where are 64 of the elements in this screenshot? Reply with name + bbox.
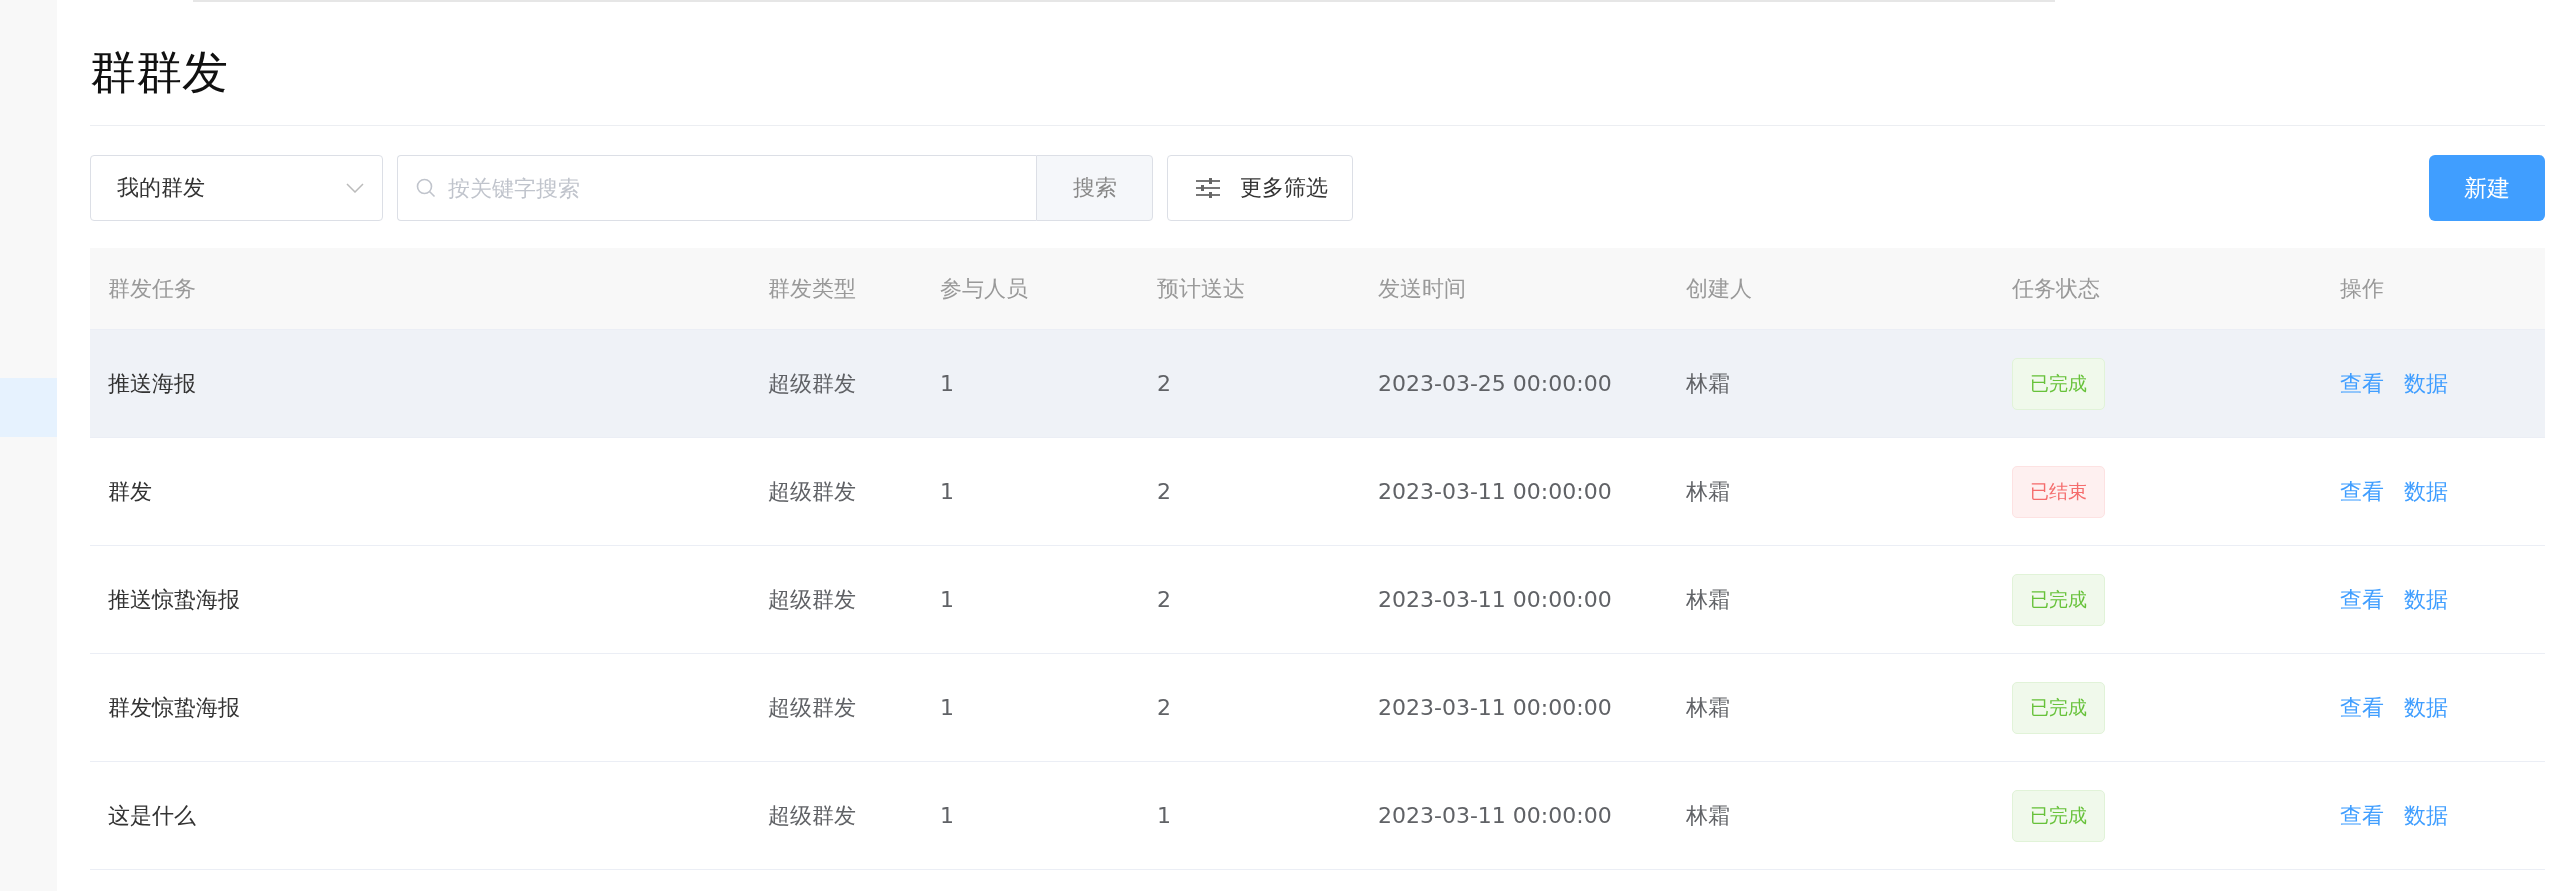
table-cell-text: 超级群发 bbox=[767, 585, 857, 614]
table-cell-text: 林霜 bbox=[1685, 801, 1731, 830]
page-title: 群群发 bbox=[90, 2, 2545, 126]
table-cell-text: 2023-03-25 00:00:00 bbox=[1377, 371, 1613, 396]
search-button[interactable]: 搜索 bbox=[1036, 155, 1153, 221]
search-field[interactable]: 按关键字搜索 bbox=[397, 155, 1036, 221]
table-cell-text: 1 bbox=[939, 371, 955, 396]
column-header: 创建人 bbox=[1685, 274, 1753, 303]
column-header: 参与人员 bbox=[939, 274, 1029, 303]
table-cell-text: 1 bbox=[939, 803, 955, 828]
table-cell-text: 2023-03-11 00:00:00 bbox=[1377, 803, 1613, 828]
status-tag: 已完成 bbox=[2012, 681, 2105, 734]
scope-select[interactable]: 我的群发 bbox=[90, 155, 383, 221]
status-tag: 已结束 bbox=[2012, 465, 2105, 518]
task-name: 群发 bbox=[107, 477, 153, 506]
action-link[interactable]: 数据 bbox=[2404, 800, 2448, 831]
column-header: 发送时间 bbox=[1377, 274, 1467, 303]
status-tag: 已完成 bbox=[2012, 789, 2105, 842]
action-link[interactable]: 查看 bbox=[2340, 800, 2384, 831]
table-cell-text: 1 bbox=[939, 695, 955, 720]
table-cell-text: 2023-03-11 00:00:00 bbox=[1377, 695, 1613, 720]
action-link[interactable]: 数据 bbox=[2404, 584, 2448, 615]
table-cell-text: 2 bbox=[1156, 587, 1172, 612]
action-link[interactable]: 查看 bbox=[2340, 368, 2384, 399]
table-row[interactable]: 推送海报 超级群发 1 2 2023-03-25 00:00:00 林霜 已完成 查看 数据 bbox=[90, 330, 2545, 438]
column-header: 预计送达 bbox=[1156, 274, 1246, 303]
action-link[interactable]: 查看 bbox=[2340, 584, 2384, 615]
table-cell-text: 林霜 bbox=[1685, 693, 1731, 722]
table-cell-text: 2 bbox=[1156, 479, 1172, 504]
task-name: 推送惊蛰海报 bbox=[107, 585, 241, 614]
table-cell-text: 超级群发 bbox=[767, 801, 857, 830]
new-button[interactable]: 新建 bbox=[2429, 155, 2545, 221]
task-name: 群发惊蛰海报 bbox=[107, 693, 241, 722]
sidebar-item[interactable] bbox=[0, 378, 57, 437]
column-header: 群发任务 bbox=[107, 274, 197, 303]
action-link[interactable]: 查看 bbox=[2340, 476, 2384, 507]
table-cell-text: 林霜 bbox=[1685, 477, 1731, 506]
column-header: 操作 bbox=[2339, 274, 2385, 303]
more-filters-button[interactable]: 更多筛选 bbox=[1167, 155, 1353, 221]
chevron-down-icon bbox=[346, 183, 364, 193]
table-cell-text: 2 bbox=[1156, 371, 1172, 396]
table-cell-text: 1 bbox=[939, 479, 955, 504]
task-name: 这是什么 bbox=[107, 801, 197, 830]
table-cell-text: 2023-03-11 00:00:00 bbox=[1377, 587, 1613, 612]
action-link[interactable]: 数据 bbox=[2404, 692, 2448, 723]
action-link[interactable]: 查看 bbox=[2340, 692, 2384, 723]
task-name: 推送海报 bbox=[107, 369, 197, 398]
table-cell-text: 林霜 bbox=[1685, 369, 1731, 398]
search-icon bbox=[416, 178, 436, 198]
table-cell-text: 2 bbox=[1156, 695, 1172, 720]
action-link[interactable]: 数据 bbox=[2404, 476, 2448, 507]
action-link[interactable]: 数据 bbox=[2404, 368, 2448, 399]
table-cell-text: 林霜 bbox=[1685, 585, 1731, 614]
table-cell-text: 超级群发 bbox=[767, 477, 857, 506]
status-tag: 已完成 bbox=[2012, 357, 2105, 410]
table-cell-text: 超级群发 bbox=[767, 369, 857, 398]
table-cell-text: 1 bbox=[1156, 803, 1172, 828]
column-header: 群发类型 bbox=[767, 274, 857, 303]
status-tag: 已完成 bbox=[2012, 573, 2105, 626]
table-cell-text: 2023-03-11 00:00:00 bbox=[1377, 479, 1613, 504]
table-cell-text: 1 bbox=[939, 587, 955, 612]
sliders-icon bbox=[1196, 178, 1220, 198]
column-header: 任务状态 bbox=[2011, 274, 2101, 303]
table-cell-text: 超级群发 bbox=[767, 693, 857, 722]
